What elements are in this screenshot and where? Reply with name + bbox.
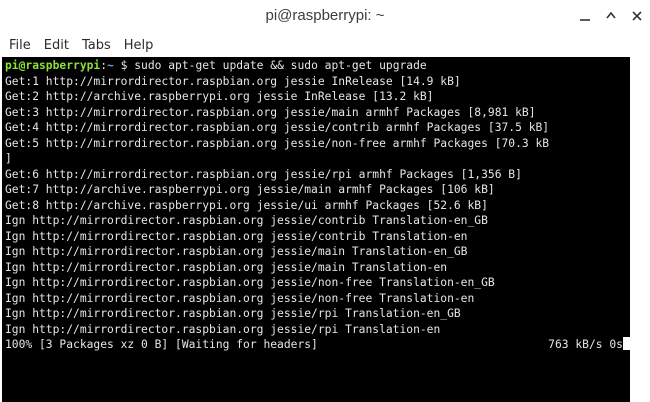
prompt-symbol: $ [113,59,135,72]
output-line: Ign http://mirrordirector.raspbian.org j… [5,214,488,227]
output-line: Get:8 http://archive.raspberrypi.org jes… [5,198,488,212]
output-line: Ign http://mirrordirector.raspbian.org j… [5,291,475,305]
menu-tabs[interactable]: Tabs [82,38,111,53]
command-text: sudo apt-get update && sudo apt-get upgr… [134,59,427,72]
progress-line: 100% [3 Packages xz 0 B] [Waiting for he… [2,337,630,353]
output-line: Get:2 http://archive.raspberrypi.org jes… [5,90,434,103]
menu-edit[interactable]: Edit [44,38,69,53]
command-line: pi@raspberrypi:~ $ sudo apt-get update &… [2,58,630,74]
output-line: Ign http://mirrordirector.raspbian.org j… [5,322,441,336]
window-controls [578,9,644,23]
terminal-output[interactable]: pi@raspberrypi:~ $ sudo apt-get update &… [2,57,630,402]
prompt-path: ~ [107,59,114,72]
output-line: Ign http://mirrordirector.raspbian.org j… [5,245,468,258]
prompt-separator: : [100,59,108,72]
progress-status: 100% [3 Packages xz 0 B] [Waiting for he… [5,338,318,351]
output-line: Ign http://mirrordirector.raspbian.org j… [5,276,495,289]
output-line: Get:4 http://mirrordirector.raspbian.org… [5,121,550,134]
prompt-user: pi@raspberrypi [5,59,101,72]
menu-bar: File Edit Tabs Help [0,34,650,56]
scrollbar-thumb[interactable] [638,57,644,401]
menu-help[interactable]: Help [124,38,154,53]
terminal-window: pi@raspberrypi: ~ File Edit Tabs Help pi… [0,0,650,402]
close-icon[interactable] [630,9,644,23]
output-line: Ign http://mirrordirector.raspbian.org j… [5,260,448,274]
output-line: Get:5 http://mirrordirector.raspbian.org… [5,136,550,150]
window-title: pi@raspberrypi: ~ [265,7,385,24]
progress-rate: 763 kB/s 0s [548,337,630,353]
output-line: Ign http://mirrordirector.raspbian.org j… [5,229,468,243]
output-line: Get:6 http://mirrordirector.raspbian.org… [5,167,522,181]
minimize-icon[interactable] [578,9,592,23]
output-line: Ign http://mirrordirector.raspbian.org j… [5,307,461,320]
terminal-cursor [623,337,630,350]
terminal-scrollbar[interactable] [630,57,650,401]
menu-file[interactable]: File [9,38,31,53]
output-line: ] [5,152,12,165]
output-line: Get:7 http://archive.raspberrypi.org jes… [5,183,495,196]
output-line: Get:1 http://mirrordirector.raspbian.org… [5,74,461,88]
title-bar[interactable]: pi@raspberrypi: ~ [0,0,650,35]
output-line: Get:3 http://mirrordirector.raspbian.org… [5,105,536,119]
maximize-icon[interactable] [604,9,618,23]
progress-rate-text: 763 kB/s 0s [548,338,623,351]
